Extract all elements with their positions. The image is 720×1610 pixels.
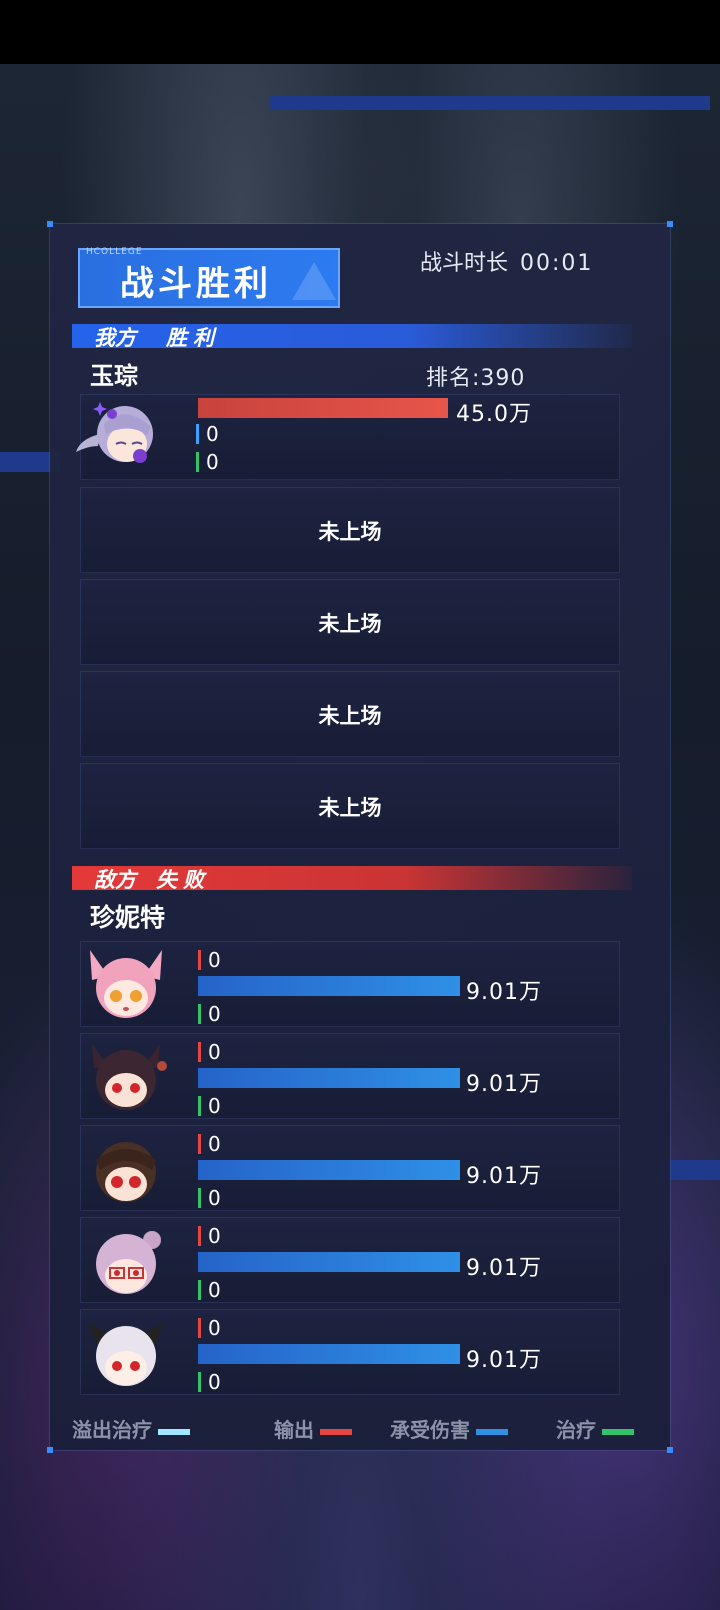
enemy-damage-taken-value: 9.01万: [466, 1072, 542, 1097]
enemy-output-value: 0: [208, 1224, 221, 1248]
enemy-output-value: 0: [208, 1316, 221, 1340]
legend-healing: 治疗: [556, 1414, 634, 1443]
lilac-hair-glasses-girl-avatar: [96, 1231, 161, 1294]
duration-value: 00:01: [520, 251, 594, 276]
lavender-twintail-girl-avatar: [76, 402, 153, 463]
output-tick: [198, 1042, 201, 1062]
ally-team-name: 我方: [94, 326, 136, 350]
enemy-damage-taken-bar: [198, 1160, 460, 1180]
ally-result: 胜利: [166, 326, 220, 350]
empty-slot-label: 未上场: [318, 520, 382, 544]
empty-slot-label: 未上场: [318, 704, 382, 728]
healing-tick: [198, 1096, 201, 1116]
enemy-output-value: 0: [208, 1040, 221, 1064]
enemy-damage-taken-bar: [198, 1344, 460, 1364]
healing-swatch: [602, 1428, 634, 1435]
enemy-damage-taken-bar: [198, 1252, 460, 1272]
empty-slot-card: 未上场: [80, 579, 620, 665]
ally-player-name: 玉琮: [90, 362, 138, 390]
enemy-team-name: 敌方: [94, 868, 136, 892]
overflow-heal-swatch: [158, 1428, 190, 1435]
ally-rank: 排名:390: [426, 366, 526, 391]
healing-tick: [198, 1004, 201, 1024]
damage-taken-swatch: [476, 1428, 508, 1435]
legend-damage-taken-label: 承受伤害: [390, 1418, 470, 1442]
healing-tick: [196, 452, 199, 472]
legend-output: 输出: [274, 1414, 352, 1443]
enemy-result: 失败: [156, 868, 210, 892]
status-bar: [0, 0, 720, 64]
healing-tick: [198, 1188, 201, 1208]
enemy-damage-taken-bar: [198, 1068, 460, 1088]
logo-triangle-icon: [292, 262, 336, 300]
enemy-damage-taken-bar: [198, 976, 460, 996]
dark-hair-horned-girl-avatar: [92, 1044, 167, 1110]
ally-output-value: 45.0万: [456, 402, 532, 427]
empty-slot-card: 未上场: [80, 763, 620, 849]
ally-healing-value: 0: [206, 450, 219, 474]
enemy-healing-value: 0: [208, 1370, 221, 1394]
enemy-output-value: 0: [208, 948, 221, 972]
legend-damage-taken: 承受伤害: [390, 1414, 508, 1443]
empty-slot-label: 未上场: [318, 612, 382, 636]
legend-output-label: 输出: [274, 1418, 314, 1442]
brown-hair-girl-avatar: [96, 1142, 156, 1202]
panel-corner: [47, 1447, 53, 1453]
output-tick: [198, 1318, 201, 1338]
ally-team-bar: 我方 胜利: [72, 324, 632, 350]
panel-corner: [667, 1447, 673, 1453]
battle-duration: 战斗时长 00:01: [420, 245, 593, 277]
background-stripe: [270, 96, 710, 110]
output-tick: [198, 1134, 201, 1154]
enemy-healing-value: 0: [208, 1186, 221, 1210]
legend-overflow-heal: 溢出治疗: [72, 1414, 190, 1443]
enemy-healing-value: 0: [208, 1002, 221, 1026]
enemy-damage-taken-value: 9.01万: [466, 1256, 542, 1281]
output-swatch: [320, 1428, 352, 1435]
healing-tick: [198, 1280, 201, 1300]
result-title: 战斗胜利: [120, 264, 272, 304]
pink-cat-ear-girl-avatar: [90, 950, 162, 1018]
enemy-team-bar: 敌方 失败: [72, 866, 632, 892]
empty-slot-card: 未上场: [80, 487, 620, 573]
white-hair-black-horn-girl-avatar: [88, 1322, 164, 1386]
legend-overflow-heal-label: 溢出治疗: [72, 1418, 152, 1442]
damage-taken-tick: [196, 424, 199, 444]
ally-team-label: 我方 胜利: [94, 322, 220, 352]
output-tick: [198, 1226, 201, 1246]
enemy-team-label: 敌方 失败: [94, 864, 210, 894]
enemy-damage-taken-value: 9.01万: [466, 1348, 542, 1373]
duration-label: 战斗时长: [420, 251, 509, 276]
empty-slot-label: 未上场: [318, 796, 382, 820]
enemy-damage-taken-value: 9.01万: [466, 980, 542, 1005]
output-tick: [198, 950, 201, 970]
enemy-healing-value: 0: [208, 1278, 221, 1302]
ally-damage-taken-value: 0: [206, 422, 219, 446]
enemy-damage-taken-value: 9.01万: [466, 1164, 542, 1189]
enemy-output-value: 0: [208, 1132, 221, 1156]
healing-tick: [198, 1372, 201, 1392]
enemy-healing-value: 0: [208, 1094, 221, 1118]
enemy-player-name: 珍妮特: [90, 903, 166, 932]
empty-slot-card: 未上场: [80, 671, 620, 757]
panel-corner: [667, 221, 673, 227]
legend-healing-label: 治疗: [556, 1418, 596, 1442]
panel-corner: [47, 221, 53, 227]
ally-output-bar: [198, 398, 448, 418]
